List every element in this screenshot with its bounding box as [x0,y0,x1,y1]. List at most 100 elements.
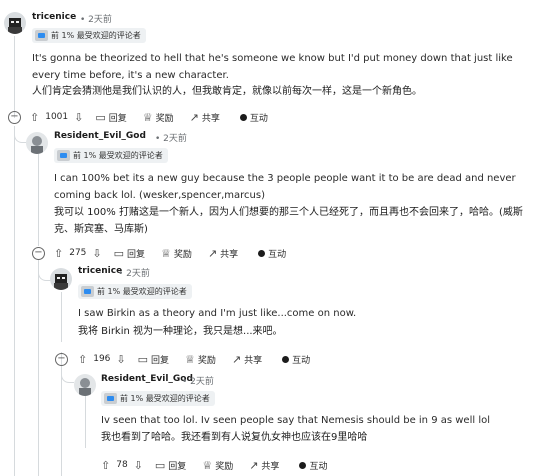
comment-text-en: It's gonna be theorized to hell that he'… [32,53,513,81]
reply-button[interactable]: ▭ 回复 [114,247,145,260]
interact-label: 互动 [309,461,328,472]
thread-line [38,260,39,476]
thread-line [61,292,62,342]
thread-line [85,396,86,448]
share-label: 共享 [220,249,239,260]
interact-label: 互动 [268,249,287,260]
comment-text-en: I can 100% bet its a new guy because the… [54,173,516,201]
comment-text-en: Iv seen that too lol. Iv seen people say… [101,415,490,426]
award-button[interactable]: ♕ 奖励 [202,459,233,472]
avatar[interactable] [26,132,48,154]
share-icon: ↗ [189,110,199,124]
downvote-icon[interactable]: ⇩ [116,354,125,365]
user-flair: 前 1% 最受欢迎的评论者 [101,391,215,406]
award-button[interactable]: ♕ 奖励 [161,247,192,260]
award-button[interactable]: ♕ 奖励 [143,111,174,124]
action-bar: ⇧ 1001 ⇩ ▭ 回复 ♕ 奖励 ↗ 共享 互动 [30,108,268,126]
share-icon: ↗ [249,458,259,472]
timestamp: • 2天前 [80,15,112,25]
dot-icon [282,355,290,363]
interact-label: 互动 [292,355,311,366]
award-label: 奖励 [155,113,174,124]
share-icon: ↗ [207,246,218,260]
collapse-icon[interactable]: − [32,247,45,260]
user-flair: 前 1% 最受欢迎的评论者 [78,284,192,299]
vote-count: 275 [69,248,87,258]
share-label: 共享 [261,461,280,472]
username[interactable]: Resident_Evil_God [54,131,146,141]
reply-button[interactable]: ▭ 回复 [155,459,186,472]
dot-icon [239,113,247,121]
avatar[interactable] [74,374,96,396]
share-button[interactable]: ↗ 共享 [190,111,220,124]
comment-icon: ▭ [137,352,149,366]
award-button[interactable]: ♕ 奖励 [185,353,216,366]
vote-count: 1001 [45,112,69,122]
share-label: 共享 [244,355,263,366]
comment-text-zh: 我可以 100% 打赌这是一个新人，因为人们想要的那三个人已经死了，而且再也不会… [54,207,523,235]
downvote-icon[interactable]: ⇩ [74,112,83,123]
avatar[interactable] [50,268,72,290]
vote-count: 196 [93,354,111,364]
interact-button[interactable]: 互动 [239,111,268,124]
thread-line [14,126,15,476]
award-icon: ♕ [202,458,213,472]
reply-button[interactable]: ▭ 回复 [95,111,126,124]
flair-label: 前 1% 最受欢迎的评论者 [73,151,163,160]
comment-text-zh: 我也看到了哈哈。我还看到有人说复仇女神也应该在9里哈哈 [101,432,368,443]
reply-button[interactable]: ▭ 回复 [138,353,169,366]
comment-icon: ▭ [95,110,106,124]
reply-label: 回复 [151,355,170,366]
comment-text-zh: 我将 Birkin 视为一种理论，我只是想...来吧。 [78,326,283,337]
action-bar: ⇧ 275 ⇩ ▭ 回复 ♕ 奖励 ↗ 共享 互动 [54,244,286,262]
interact-button[interactable]: 互动 [258,247,286,260]
username[interactable]: tricenice [32,12,76,22]
avatar[interactable] [4,12,26,34]
comment-text-en: I saw Birkin as a theory and I'm just li… [78,308,357,319]
reply-label: 回复 [108,113,127,124]
collapse-icon[interactable]: − [8,111,21,124]
thread-elbow [14,126,27,143]
comment-text-zh: 人们肯定会猜测他是我们认识的人，但我敢肯定，就像以前每次一样，这是一个新角色。 [32,86,422,97]
upvote-icon[interactable]: ⇧ [30,112,39,123]
username[interactable]: Resident_Evil_God [101,374,193,384]
flair-label: 前 1% 最受欢迎的评论者 [120,394,210,403]
share-button[interactable]: ↗ 共享 [232,353,262,366]
collapse-icon[interactable]: − [55,353,68,366]
award-label: 奖励 [215,461,234,472]
user-flair: 前 1% 最受欢迎的评论者 [54,148,168,163]
interact-button[interactable]: 互动 [282,353,310,366]
interact-button[interactable]: 互动 [299,459,327,472]
upvote-icon[interactable]: ⇧ [101,460,110,471]
award-icon: ♕ [161,246,171,260]
upvote-icon[interactable]: ⇧ [54,248,63,259]
downvote-icon[interactable]: ⇩ [134,460,143,471]
thread-line [38,154,39,246]
flair-icon [57,150,70,161]
dot-icon [258,249,266,257]
timestamp: • 2天前 [118,269,150,279]
share-button[interactable]: ↗ 共享 [208,247,238,260]
share-icon: ↗ [231,352,242,366]
action-bar: ⇧ 196 ⇩ ▭ 回复 ♕ 奖励 ↗ 共享 互动 [78,350,310,368]
user-flair: 前 1% 最受欢迎的评论者 [32,28,146,43]
share-button[interactable]: ↗ 共享 [249,459,279,472]
username[interactable]: tricenice [78,266,122,276]
timestamp: • 2天前 [182,377,214,387]
reply-label: 回复 [127,249,146,260]
dot-icon [299,461,307,469]
comment-icon: ▭ [113,246,125,260]
reply-label: 回复 [168,461,187,472]
downvote-icon[interactable]: ⇩ [92,248,101,259]
action-bar: ⇧ 78 ⇩ ▭ 回复 ♕ 奖励 ↗ 共享 互动 [101,456,327,474]
comment-icon: ▭ [154,458,166,472]
flair-icon [35,30,48,41]
upvote-icon[interactable]: ⇧ [78,354,87,365]
interact-label: 互动 [249,113,268,124]
vote-count: 78 [116,460,128,470]
award-icon: ♕ [185,352,195,366]
flair-label: 前 1% 最受欢迎的评论者 [97,287,187,296]
flair-icon [81,286,94,297]
thread-line [14,36,15,118]
share-label: 共享 [201,113,220,124]
